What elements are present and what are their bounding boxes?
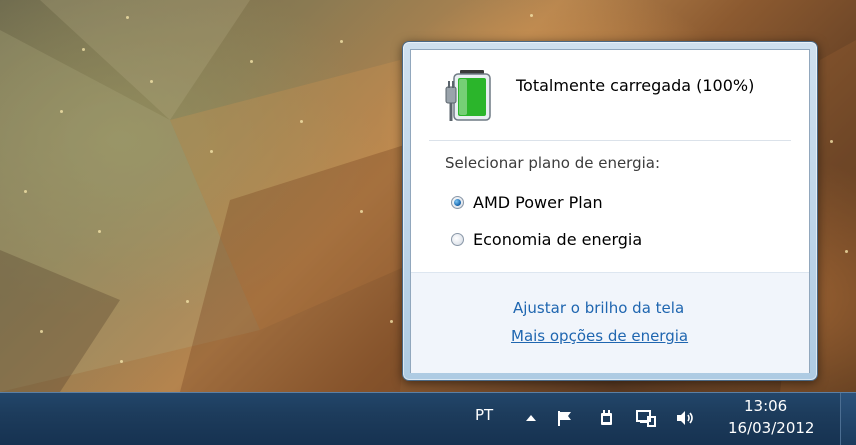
radio-selected-icon[interactable] <box>451 195 464 209</box>
radio-unselected-icon[interactable] <box>451 232 464 246</box>
flyout-footer: Ajustar o brilho da tela Mais opções de … <box>411 272 809 373</box>
section-divider <box>429 140 791 141</box>
plan-option-amd-power-plan[interactable]: AMD Power Plan <box>451 190 603 214</box>
battery-status-text: Totalmente carregada (100%) <box>516 76 755 95</box>
plan-section-label: Selecionar plano de energia: <box>445 154 661 172</box>
volume-icon[interactable] <box>675 409 695 431</box>
taskbar: PT 13:06 16/03/2012 <box>0 392 856 445</box>
adjust-brightness-link[interactable]: Ajustar o brilho da tela <box>513 299 684 317</box>
power-plug-icon[interactable] <box>597 409 615 431</box>
plan-option-label: Economia de energia <box>473 229 643 249</box>
clock-time[interactable]: 13:06 <box>744 397 787 415</box>
plan-option-label: AMD Power Plan <box>473 192 603 212</box>
battery-plugged-icon <box>444 67 494 127</box>
show-hidden-icons-chevron-icon[interactable] <box>526 415 536 421</box>
power-flyout-panel: Totalmente carregada (100%) Selecionar p… <box>410 49 810 373</box>
language-indicator[interactable]: PT <box>475 406 493 424</box>
action-center-flag-icon[interactable] <box>556 409 574 431</box>
plan-option-economia-de-energia[interactable]: Economia de energia <box>451 227 642 251</box>
clock-date[interactable]: 16/03/2012 <box>728 419 814 437</box>
battery-status-row: Totalmente carregada (100%) <box>411 50 809 138</box>
more-power-options-link[interactable]: Mais opções de energia <box>511 327 688 345</box>
network-icon[interactable] <box>636 409 656 431</box>
show-desktop-button[interactable] <box>840 393 856 445</box>
power-flyout: Totalmente carregada (100%) Selecionar p… <box>402 41 818 381</box>
